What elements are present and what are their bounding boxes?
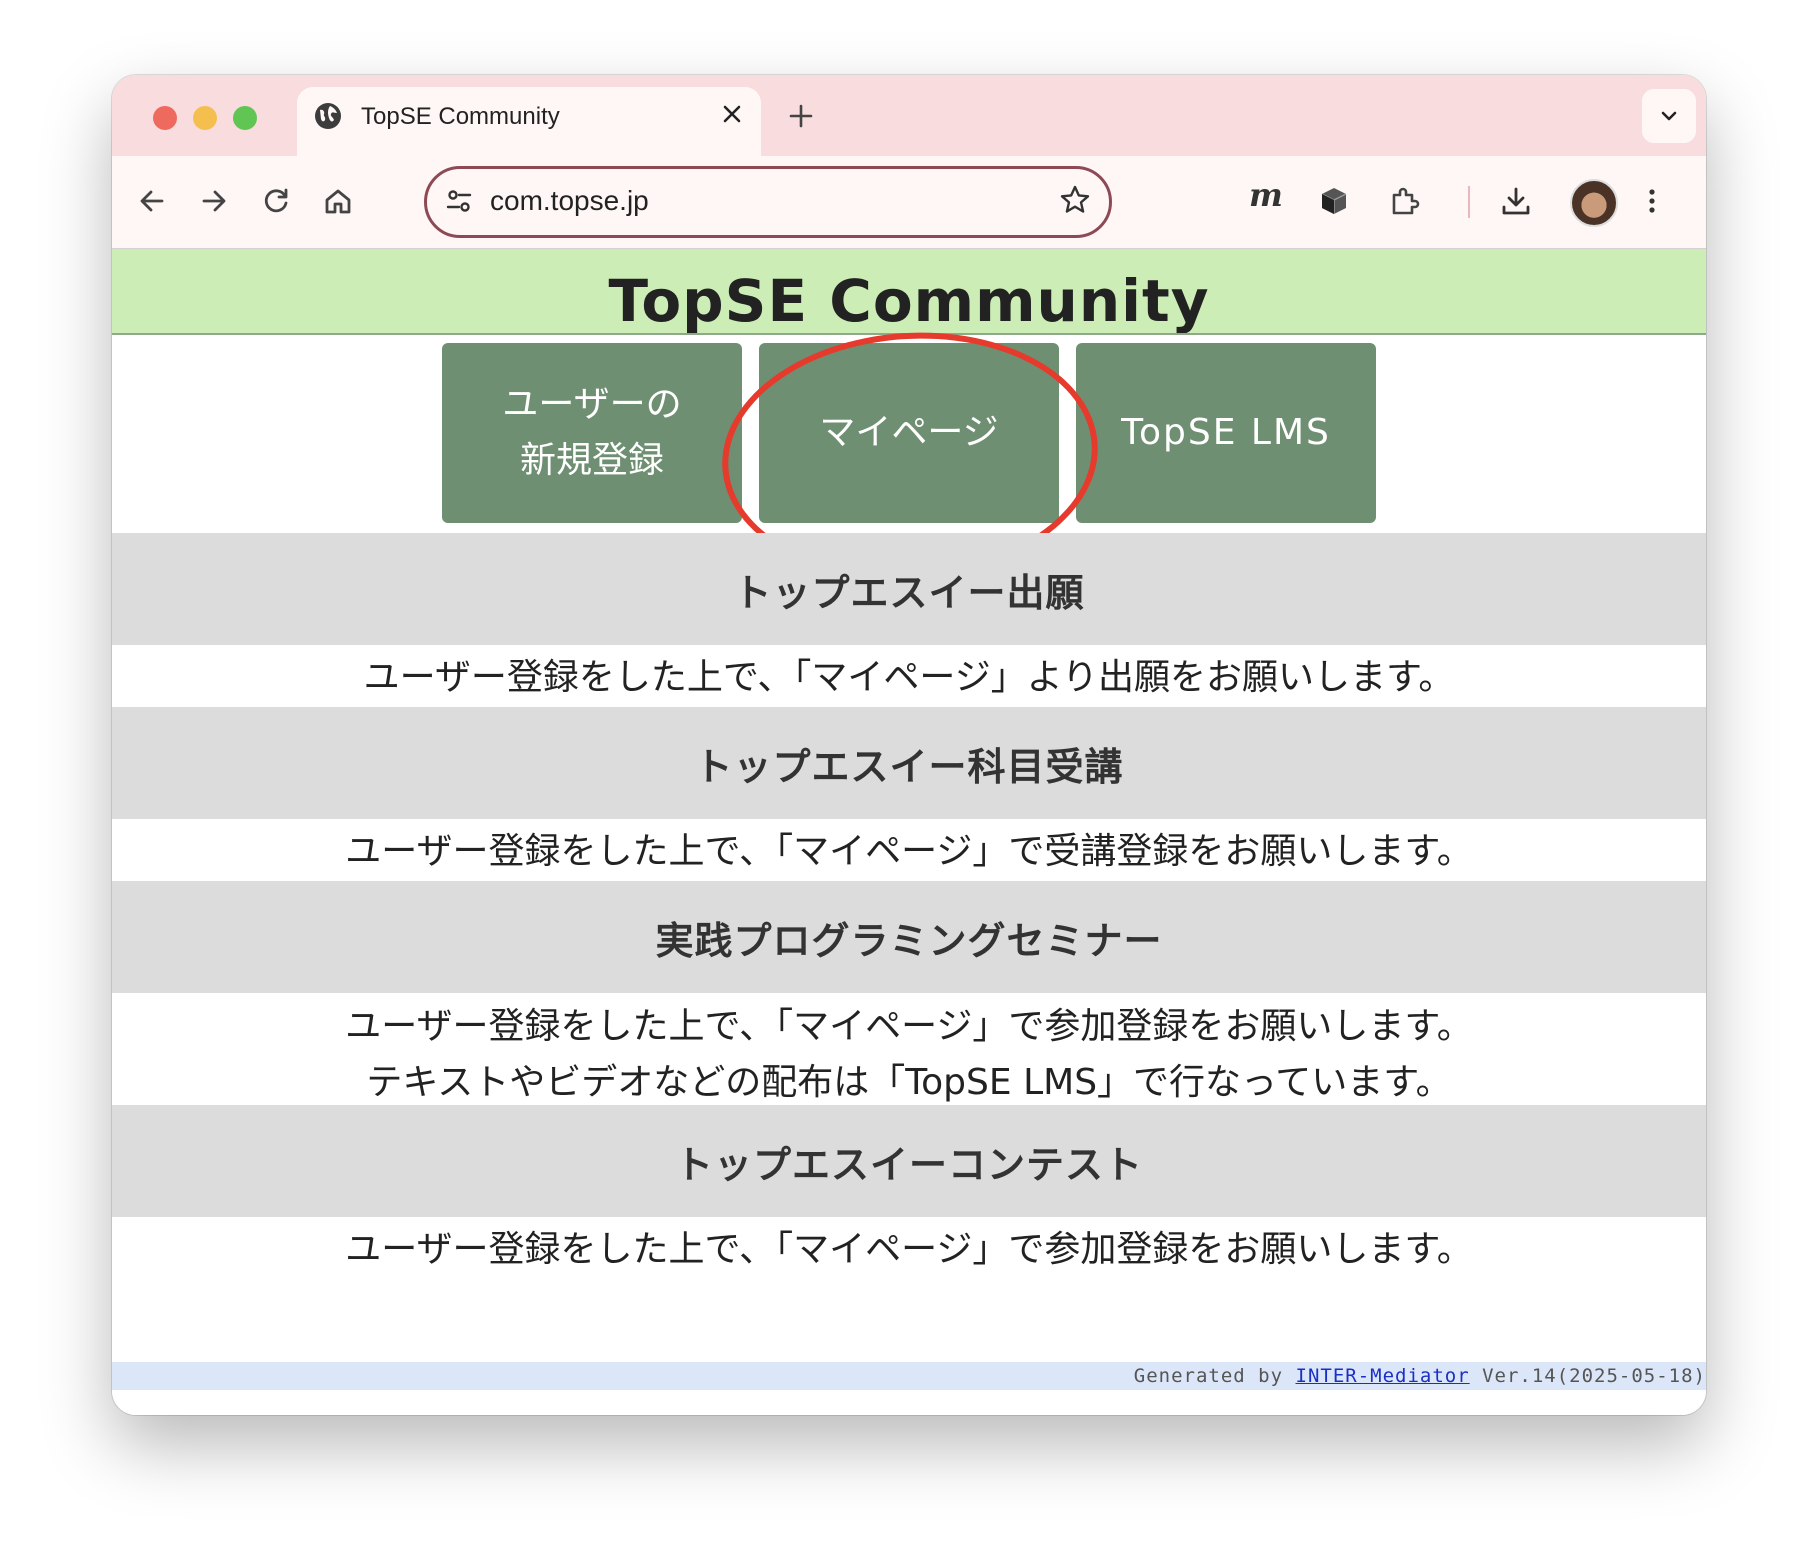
home-icon[interactable] [320, 183, 356, 219]
address-bar[interactable]: com.topse.jp [424, 166, 1112, 238]
section-contest: トップエスイーコンテスト ユーザー登録をした上で、「マイページ」で参加登録をお願… [112, 1105, 1706, 1279]
site-settings-icon[interactable] [445, 187, 473, 215]
web-page: TopSE Community ユーザーの 新規登録 マイページ TopSE L… [112, 249, 1706, 1415]
inter-mediator-link[interactable]: INTER-Mediator [1296, 1365, 1470, 1387]
section-text: ユーザー登録をした上で、「マイページ」で参加登録をお願いします。 [345, 1229, 1473, 1270]
section-heading: トップエスイー出願 [112, 533, 1706, 645]
section-body: ユーザー登録をした上で、「マイページ」より出願をお願いします。 [112, 645, 1706, 707]
address-url: com.topse.jp [490, 185, 649, 216]
new-user-registration-button[interactable]: ユーザーの 新規登録 [442, 343, 742, 523]
extension-cube-icon[interactable] [1316, 183, 1352, 219]
extensions-puzzle-icon[interactable] [1386, 183, 1422, 219]
tab-title: TopSE Community [361, 103, 560, 130]
footer-prefix: Generated by [1133, 1365, 1296, 1387]
forward-arrow-icon[interactable] [196, 183, 232, 219]
section-text: テキストやビデオなどの配布は「TopSE LMS」で行なっています。 [366, 1062, 1452, 1103]
section-body: ユーザー登録をした上で、「マイページ」で受講登録をお願いします。 [112, 819, 1706, 881]
toolbar-divider [1468, 186, 1470, 218]
section-body: ユーザー登録をした上で、「マイページ」で参加登録をお願いします。 [112, 1217, 1706, 1279]
footer-version: Ver.14(2025-05-18) [1469, 1365, 1706, 1387]
section-course-enrollment: トップエスイー科目受講 ユーザー登録をした上で、「マイページ」で受講登録をお願い… [112, 707, 1706, 881]
bookmark-star-icon[interactable] [1059, 184, 1091, 216]
tab-topse-community[interactable]: TopSE Community [297, 87, 761, 162]
page-footer: Generated by INTER-Mediator Ver.14(2025-… [112, 1362, 1706, 1390]
topse-lms-button[interactable]: TopSE LMS [1076, 343, 1376, 523]
close-tab-icon[interactable] [721, 103, 743, 125]
profile-avatar[interactable] [1570, 179, 1618, 227]
mypage-button[interactable]: マイページ [759, 343, 1059, 523]
section-heading: トップエスイー科目受講 [112, 707, 1706, 819]
back-arrow-icon[interactable] [134, 183, 170, 219]
new-tab-icon[interactable] [788, 103, 814, 129]
mypage-button-label: マイページ [819, 412, 999, 453]
site-title: TopSE Community [608, 267, 1210, 335]
topse-lms-button-label: TopSE LMS [1121, 412, 1331, 453]
extension-m-icon[interactable]: m [1249, 176, 1283, 214]
browser-window: TopSE Community com.topse.jp m TopSE Com… [112, 75, 1706, 1415]
zoom-window-button[interactable] [233, 106, 257, 130]
more-menu-icon[interactable] [1634, 183, 1670, 219]
nav-label-line-1: ユーザーの [502, 384, 682, 425]
site-header: TopSE Community [112, 249, 1706, 335]
section-heading: トップエスイーコンテスト [112, 1105, 1706, 1217]
section-text: ユーザー登録をした上で、「マイページ」で受講登録をお願いします。 [345, 831, 1473, 872]
section-programming-seminar: 実践プログラミングセミナー ユーザー登録をした上で、「マイページ」で参加登録をお… [112, 881, 1706, 1105]
browser-toolbar: com.topse.jp m [112, 156, 1706, 249]
close-window-button[interactable] [153, 106, 177, 130]
download-icon[interactable] [1498, 183, 1534, 219]
section-heading: 実践プログラミングセミナー [112, 881, 1706, 993]
tab-search-button[interactable] [1642, 89, 1696, 143]
section-text: ユーザー登録をした上で、「マイページ」より出願をお願いします。 [363, 657, 1455, 698]
nav-label-line-2: 新規登録 [519, 440, 664, 481]
section-body: ユーザー登録をした上で、「マイページ」で参加登録をお願いします。 テキストやビデ… [112, 993, 1706, 1105]
chevron-down-icon [1661, 111, 1677, 121]
globe-icon [315, 103, 341, 129]
reload-icon[interactable] [258, 183, 294, 219]
section-application: トップエスイー出願 ユーザー登録をした上で、「マイページ」より出願をお願いします… [112, 533, 1706, 707]
section-text: ユーザー登録をした上で、「マイページ」で参加登録をお願いします。 [345, 1006, 1473, 1047]
tab-strip: TopSE Community [112, 75, 1706, 162]
minimize-window-button[interactable] [193, 106, 217, 130]
